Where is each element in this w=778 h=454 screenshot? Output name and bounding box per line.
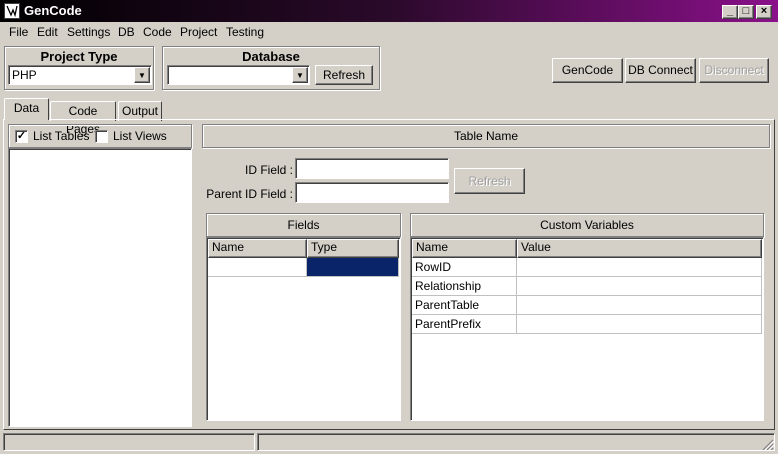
status-panel-left [3,433,255,451]
custom-row-value[interactable] [517,296,762,315]
resize-grip-icon[interactable] [760,438,775,452]
custom-row-name[interactable]: Relationship [412,277,517,296]
menu-settings[interactable]: Settings [67,25,110,39]
gencode-button[interactable]: GenCode [552,58,623,83]
custom-col-name[interactable]: Name [412,239,517,258]
custom-row-value[interactable] [517,315,762,334]
custom-col-value[interactable]: Value [517,239,762,258]
tab-data[interactable]: Data [4,98,49,120]
status-panel-right [257,433,775,451]
fields-row-name-cell[interactable] [208,258,307,277]
db-connect-button[interactable]: DB Connect [625,58,696,83]
project-type-select[interactable]: PHP ▼ [8,65,152,85]
menu-db[interactable]: DB [118,25,135,39]
custom-row-name[interactable]: ParentPrefix [412,315,517,334]
menu-file[interactable]: File [9,25,28,39]
database-refresh-button[interactable]: Refresh [315,65,373,85]
database-title: Database [242,49,300,64]
project-type-title: Project Type [40,49,118,64]
custom-variables-grid[interactable]: Name Value RowID Relationship ParentTabl… [410,237,764,421]
custom-row-name[interactable]: ParentTable [412,296,517,315]
custom-row-value[interactable] [517,277,762,296]
fields-col-name[interactable]: Name [208,239,307,258]
chevron-down-icon[interactable]: ▼ [134,67,150,83]
menu-edit[interactable]: Edit [37,25,58,39]
fields-panel-title: Fields [206,213,401,237]
tab-output[interactable]: Output [118,101,162,121]
window-title: GenCode [24,3,82,18]
project-type-group: Project Type PHP ▼ [4,46,154,90]
database-group: Database ▼ Refresh [162,46,380,90]
menu-bar: File Edit Settings DB Code Project Testi… [0,22,778,42]
tab-code-pages[interactable]: Code Pages [50,101,116,136]
parent-id-field-label: Parent ID Field : [206,187,293,201]
disconnect-button[interactable]: Disconnect [699,58,769,83]
maximize-button[interactable]: □ [738,5,754,19]
custom-row-name[interactable]: RowID [412,258,517,277]
id-field-input[interactable] [295,158,449,179]
fields-grid[interactable]: Name Type [206,237,401,421]
list-views-checkbox[interactable] [95,130,108,143]
table-name-header: Table Name [202,124,770,148]
id-field-label: ID Field : [244,163,293,177]
fields-row-type-cell-selected[interactable] [307,258,399,277]
fields-col-type[interactable]: Type [307,239,399,258]
custom-row-value[interactable] [517,258,762,277]
list-options-bar: ✓ List Tables List Views [8,124,192,148]
list-tables-label: List Tables [33,129,90,143]
list-tables-checkbox[interactable]: ✓ [15,130,28,143]
parent-id-field-input[interactable] [295,182,449,203]
custom-variables-title: Custom Variables [410,213,764,237]
project-type-value: PHP [12,68,37,82]
close-button[interactable]: × [756,5,772,19]
tables-list[interactable] [8,148,192,427]
app-icon [4,3,20,19]
menu-testing[interactable]: Testing [226,25,264,39]
menu-code[interactable]: Code [143,25,172,39]
field-refresh-button[interactable]: Refresh [454,168,525,194]
menu-project[interactable]: Project [180,25,217,39]
minimize-button[interactable]: _ [722,5,738,19]
title-bar[interactable]: GenCode _ □ × [0,0,778,22]
database-select[interactable]: ▼ [167,65,310,85]
list-views-label: List Views [113,129,167,143]
chevron-down-icon[interactable]: ▼ [292,67,308,83]
